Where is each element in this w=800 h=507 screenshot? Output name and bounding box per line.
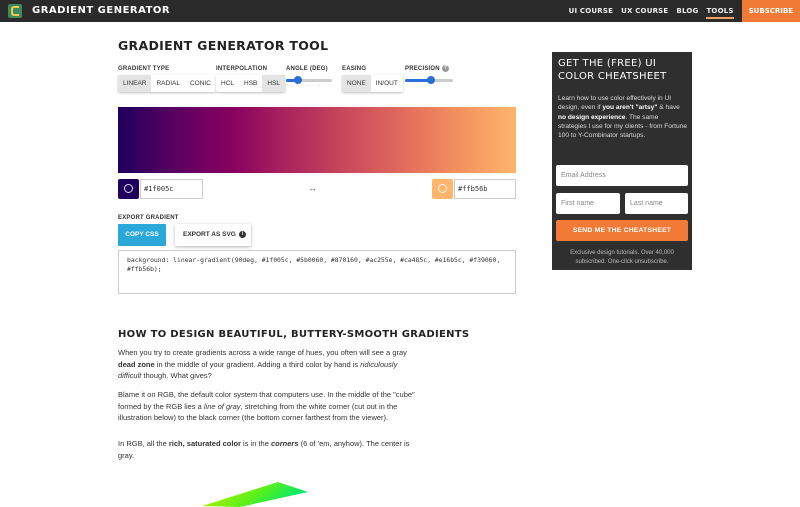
interpolation-hsl[interactable]: HSL: [262, 75, 286, 92]
angle-ticks: · · ·: [296, 83, 324, 89]
article-heading: HOW TO DESIGN BEAUTIFUL, BUTTERY-SMOOTH …: [118, 329, 470, 340]
last-name-field[interactable]: Last name: [625, 193, 688, 214]
end-color-input[interactable]: #ffb56b: [454, 179, 516, 199]
nav-link-tools[interactable]: TOOLS: [706, 7, 734, 19]
precision-slider-handle[interactable]: [427, 76, 436, 84]
nav-links: UI COURSE UX COURSE BLOG TOOLS SUBSCRIBE: [569, 0, 800, 22]
gradient-type-selector: LINEAR RADIAL CONIC: [118, 75, 216, 92]
easing-in-out[interactable]: IN/OUT: [371, 75, 403, 92]
nav-link-ui-course[interactable]: UI COURSE: [569, 7, 614, 15]
swap-colors-icon[interactable]: ↔: [308, 183, 317, 193]
article-paragraph-3: In RGB, all the rich, saturated color is…: [118, 439, 410, 460]
start-color-swatch[interactable]: [118, 179, 139, 199]
cheatsheet-description: Learn how to use color effectively in UI…: [558, 95, 687, 140]
end-color-swatch[interactable]: [432, 179, 453, 199]
precision-label: PRECISION: [405, 66, 440, 72]
interpolation-hcl[interactable]: HCL: [216, 75, 239, 92]
subscribe-button[interactable]: SUBSCRIBE: [741, 0, 800, 22]
easing-label: EASING: [342, 66, 367, 72]
nav-link-ux-course[interactable]: UX COURSE: [621, 7, 668, 15]
start-color-input[interactable]: #1f005c: [140, 179, 203, 199]
info-icon[interactable]: i: [238, 230, 246, 238]
send-cheatsheet-button[interactable]: SEND ME THE CHEATSHEET: [556, 220, 688, 241]
palette-icon: [438, 184, 447, 193]
easing-selector: NONE IN/OUT: [342, 75, 403, 92]
easing-none[interactable]: NONE: [342, 75, 371, 92]
first-name-field[interactable]: First name: [556, 193, 620, 214]
gradient-type-conic[interactable]: CONIC: [185, 75, 216, 92]
angle-label: ANGLE (DEG): [286, 66, 328, 72]
article-paragraph-1: When you try to create gradients across …: [118, 348, 407, 380]
question-icon[interactable]: ?: [442, 65, 449, 72]
nav-link-blog[interactable]: BLOG: [676, 7, 698, 15]
palette-icon: [124, 184, 133, 193]
logo-icon[interactable]: [8, 4, 22, 18]
signup-footnote: Exclusive design tutorials. Over 40,000 …: [570, 250, 674, 265]
gradient-type-label: GRADIENT TYPE: [118, 66, 170, 72]
export-label: EXPORT GRADIENT: [118, 215, 179, 221]
css-code-output[interactable]: background: linear-gradient(90deg, #1f00…: [118, 250, 516, 294]
interpolation-label: INTERPOLATION: [216, 66, 268, 72]
rgb-cube-illustration: [202, 482, 308, 507]
gradient-type-radial[interactable]: RADIAL: [151, 75, 184, 92]
interpolation-hsb[interactable]: HSB: [239, 75, 262, 92]
precision-slider[interactable]: [405, 76, 453, 84]
export-svg-button[interactable]: EXPORT AS SVG i: [175, 224, 251, 246]
gradient-preview: [118, 107, 516, 173]
email-field[interactable]: Email Address: [556, 165, 688, 186]
export-svg-label: EXPORT AS SVG: [183, 231, 236, 238]
gradient-type-linear[interactable]: LINEAR: [118, 75, 152, 92]
article-paragraph-2: Blame it on RGB, the default color syste…: [118, 390, 415, 422]
copy-css-button[interactable]: COPY CSS: [118, 224, 166, 246]
angle-slider[interactable]: [286, 76, 332, 84]
interpolation-selector: HCL HSB HSL: [216, 75, 286, 92]
cheatsheet-title: GET THE (FREE) UI COLOR CHEATSHEET: [558, 58, 667, 82]
tool-title: GRADIENT GENERATOR TOOL: [118, 38, 329, 53]
top-nav: GRADIENT GENERATOR UI COURSE UX COURSE B…: [0, 0, 800, 22]
brand-name[interactable]: GRADIENT GENERATOR: [32, 5, 170, 16]
